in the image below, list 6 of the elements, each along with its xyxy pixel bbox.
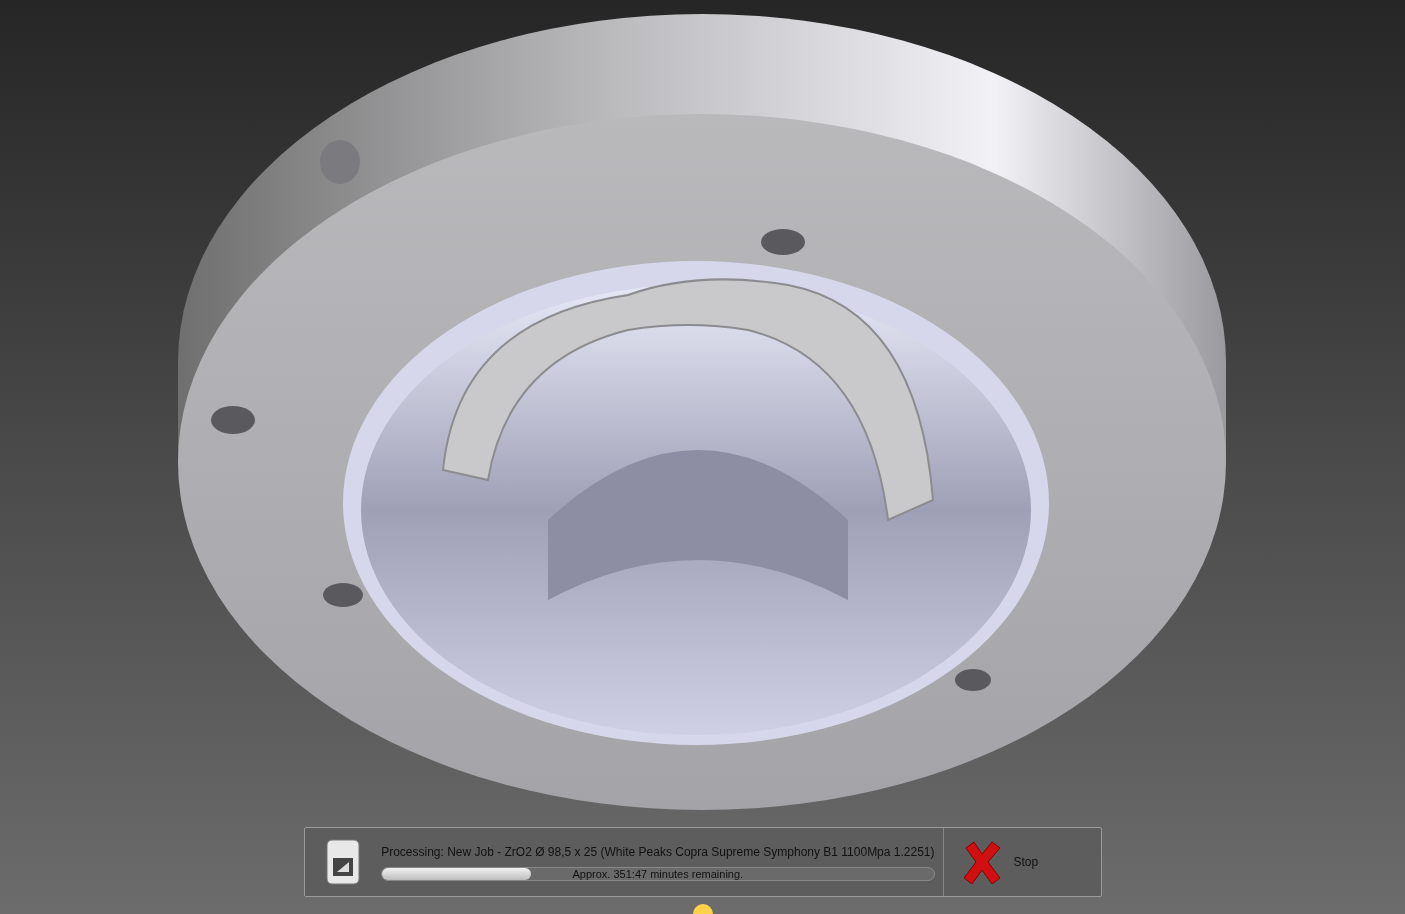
close-icon bbox=[961, 840, 1002, 884]
status-text: Processing: New Job - ZrO2 Ø 98,5 x 25 (White Peaks Copra Supreme Symphony B1 1100Mpa 1.2251) bbox=[381, 844, 935, 861]
remaining-time-text: Approx. 351:47 minutes remaining. bbox=[572, 866, 744, 882]
stop-button[interactable]: Stop bbox=[942, 828, 1101, 896]
machine-icon bbox=[324, 838, 361, 886]
glow-icon bbox=[690, 903, 715, 914]
